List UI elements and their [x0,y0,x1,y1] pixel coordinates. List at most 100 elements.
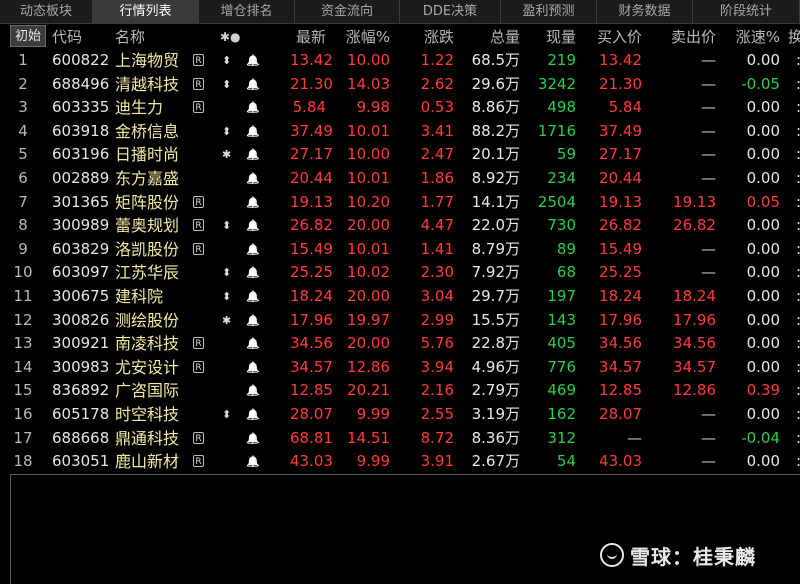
tab-4[interactable]: DDE决策 [400,0,501,23]
header-code[interactable]: 代码 [52,25,82,49]
row-index: 14 [13,357,33,376]
current-volume: 405 [547,334,576,353]
table-row[interactable]: 18 603051 鹿山新材 R 🔔 43.03 9.99 3.91 2.67万 54 43.03 —… [0,450,800,474]
header-change[interactable]: 涨跌 [418,25,454,49]
tab-3[interactable]: 资金流向 [295,0,400,23]
alert-bell-icon[interactable]: 🔔 [246,191,260,215]
stock-name: 洛凯股份 [115,239,180,259]
table-row[interactable]: 5 603196 日播时尚 ✱ 🔔 27.17 10.00 2.47 20.1万 59 27.17 —… [0,143,800,167]
alert-bell-icon[interactable]: 🔔 [246,332,260,356]
alert-bell-icon[interactable]: 🔔 [246,403,260,427]
table-row[interactable]: 14 300983 尤安设计 R 🔔 34.57 12.86 3.94 4.96万 776 34.5… [0,356,800,380]
change-percent: 9.99 [356,404,390,423]
stock-name: 东方嘉盛 [115,168,180,188]
bid-price: 21.30 [599,74,642,93]
header-more[interactable]: 换 [788,25,800,49]
ask-price: — [701,239,716,258]
latest-price: 18.24 [290,286,333,305]
header-current-volume[interactable]: 现量 [540,25,576,49]
ask-price: — [701,51,716,69]
header-bid[interactable]: 买入价 [590,25,642,49]
header-volume[interactable]: 总量 [484,25,520,49]
alert-bell-icon[interactable]: 🔔 [246,379,260,403]
stock-name: 尤安设计 [115,357,180,377]
tab-1[interactable]: 行情列表 [93,0,199,23]
row-index: 18 [13,452,33,471]
alert-bell-icon[interactable]: 🔔 [246,73,260,97]
change-speed: 0.00 [746,404,780,423]
row-index: 17 [13,428,33,447]
alert-bell-icon[interactable]: 🔔 [246,285,260,309]
margin-badge-icon: R [193,360,204,373]
tab-7[interactable]: 阶段统计 [693,0,800,23]
header-change-pct[interactable]: 涨幅% [338,25,390,49]
table-row[interactable]: 6 002889 东方嘉盛 🔔 20.44 10.01 1.86 8.92万 234 20.44 —… [0,167,800,191]
table-row[interactable]: 1 600822 上海物贸 R ⬍ 🔔 13.42 10.00 1.22 68.5万 219 13.4… [0,49,800,73]
alert-bell-icon[interactable]: 🔔 [246,214,260,238]
more-column-marker: : [796,356,800,380]
more-column-marker: : [796,143,800,167]
alert-bell-icon[interactable]: 🔔 [246,167,260,191]
alert-bell-icon[interactable]: 🔔 [246,427,260,451]
change-amount: 3.94 [420,357,454,376]
updown-arrow-icon: ⬍ [222,219,232,233]
change-percent: 10.01 [347,239,390,258]
alert-bell-icon[interactable]: 🔔 [246,120,260,144]
alert-bell-icon[interactable]: 🔔 [246,143,260,167]
alert-bell-icon[interactable]: 🔔 [246,238,260,262]
table-row[interactable]: 7 301365 矩阵股份 R 🔔 19.13 10.20 1.77 14.1万 2504 19.1… [0,191,800,215]
updown-arrow-icon: ⬍ [222,124,232,138]
header-ask[interactable]: 卖出价 [664,25,716,49]
change-amount: 1.22 [420,51,454,69]
header-speed[interactable]: 涨速% [730,25,780,49]
more-column-marker: : [796,96,800,120]
table-row[interactable]: 17 688668 鼎通科技 R 🔔 68.81 14.51 8.72 8.36万 312 — — -0… [0,427,800,451]
change-percent: 20.00 [347,286,390,305]
change-percent: 20.00 [347,334,390,353]
marker-column-header[interactable]: ✱● [220,25,241,49]
header-name[interactable]: 名称 [115,25,145,49]
table-row[interactable]: 16 605178 时空科技 ⬍ 🔔 28.07 9.99 2.55 3.19万 162 28.07… [0,403,800,427]
alert-bell-icon[interactable]: 🔔 [246,261,260,285]
stock-name: 广咨国际 [115,381,180,401]
table-row[interactable]: 4 603918 金桥信息 ⬍ 🔔 37.49 10.01 3.41 88.2万 1716 37.4… [0,120,800,144]
table-row[interactable]: 11 300675 建科院 ⬍ 🔔 18.24 20.00 3.04 29.7万 197 18.24… [0,285,800,309]
change-amount: 8.72 [420,428,454,447]
ask-price: — [701,121,716,140]
change-percent: 10.01 [347,168,390,187]
change-amount: 5.76 [420,334,454,353]
stock-code: 300826 [52,310,110,329]
table-row[interactable]: 10 603097 江苏华辰 ⬍ 🔔 25.25 10.02 2.30 7.92万 68 25.25… [0,261,800,285]
change-amount: 1.77 [420,192,454,211]
more-column-marker: : [796,214,800,238]
table-row[interactable]: 15 836892 广咨国际 🔔 12.85 20.21 2.16 2.79万 469 12.85… [0,379,800,403]
tab-0[interactable]: 动态板块 [0,0,93,23]
alert-bell-icon[interactable]: 🔔 [246,450,260,474]
alert-bell-icon[interactable]: 🔔 [246,49,260,73]
table-row[interactable]: 13 300921 南凌科技 R 🔔 34.56 20.00 5.76 22.8万 405 34.5… [0,332,800,356]
margin-badge-icon: R [193,195,204,208]
table-row[interactable]: 3 603335 迪生力 R 🔔 5.84 9.98 0.53 8.86万 498 5.84 — 0.0… [0,96,800,120]
row-index: 5 [18,145,28,164]
table-row[interactable]: 9 603829 洛凯股份 R 🔔 15.49 10.01 1.41 8.79万 89 15.49 —… [0,238,800,262]
table-row[interactable]: 8 300989 蕾奥规划 R ⬍ 🔔 26.82 20.00 4.47 22.0万 730 26.8… [0,214,800,238]
alert-bell-icon[interactable]: 🔔 [246,309,260,333]
bid-price: 26.82 [599,216,642,235]
more-column-marker: : [796,403,800,427]
alert-bell-icon[interactable]: 🔔 [246,96,260,120]
tab-5[interactable]: 盈利预测 [501,0,597,23]
init-button[interactable]: 初始 [10,25,46,47]
row-index: 2 [18,74,28,93]
table-row[interactable]: 2 688496 清越科技 R ⬍ 🔔 21.30 14.03 2.62 29.6万 3242 21.… [0,73,800,97]
bid-price: 20.44 [599,168,642,187]
tab-6[interactable]: 财务数据 [597,0,693,23]
more-column-marker: : [796,332,800,356]
change-amount: 1.41 [420,239,454,258]
tab-2[interactable]: 增仓排名 [199,0,295,23]
bid-price: 18.24 [599,286,642,305]
header-latest[interactable]: 最新 [290,25,326,49]
table-row[interactable]: 12 300826 测绘股份 ✱ 🔔 17.96 19.97 2.99 15.5万 143 17.9… [0,309,800,333]
alert-bell-icon[interactable]: 🔔 [246,356,260,380]
margin-badge-icon: R [193,431,204,444]
latest-price: 34.56 [290,334,333,353]
